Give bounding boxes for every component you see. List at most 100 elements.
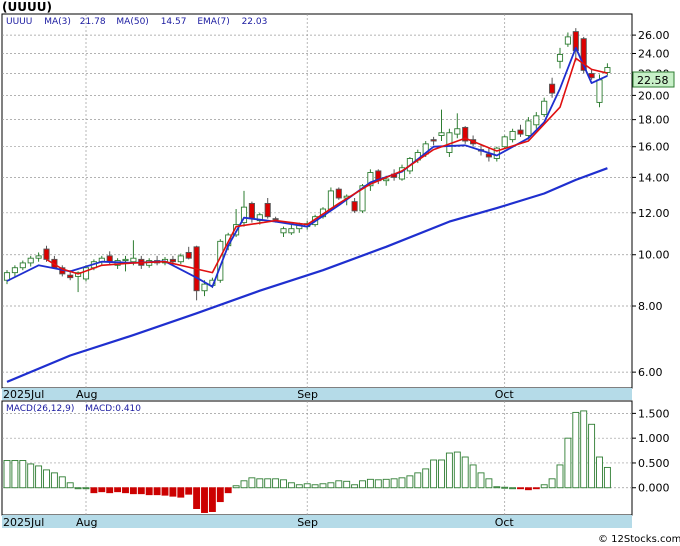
macd-bar [382, 478, 390, 489]
candle-body [438, 132, 445, 136]
price-axis-tick-label: 8.00 [638, 300, 663, 313]
date-label-bottom: Oct [495, 516, 515, 529]
price-axis-tick-label: 24.00 [638, 48, 670, 61]
macd-panel [1, 400, 633, 516]
macd-bar [185, 487, 193, 495]
macd-bar [145, 487, 153, 496]
candle-body [272, 218, 279, 221]
macd-bar [177, 487, 185, 498]
candle-body [122, 258, 129, 261]
date-label-top: Aug [76, 388, 97, 401]
candle-body [27, 257, 34, 264]
candle-body [525, 120, 532, 136]
macd-bar [517, 487, 524, 490]
candle-body [501, 136, 508, 148]
macd-bar [540, 484, 548, 489]
macd-bar [556, 464, 564, 489]
candle-body [19, 262, 26, 269]
legend-symbol: UUUU [6, 17, 32, 27]
price-axis-tick-label: 18.00 [638, 114, 670, 127]
candle-body [43, 248, 50, 260]
candle-body [201, 283, 208, 292]
candle-body [288, 228, 295, 234]
macd-bar [327, 482, 335, 489]
candle-body [67, 274, 74, 279]
candle-body [564, 36, 571, 45]
macd-bar [90, 487, 98, 494]
macd-bar [248, 477, 256, 489]
candle-body [185, 251, 192, 259]
macd-axis-tick-label: 1.500 [638, 407, 670, 420]
macd-bar [122, 487, 129, 494]
legend-ma50-value: 14.57 [161, 17, 187, 27]
candle-body [35, 255, 42, 259]
macd-bar [422, 468, 430, 489]
macd-bar [532, 487, 540, 490]
macd-bar [114, 487, 122, 493]
macd-bar [359, 480, 366, 489]
macd-bar [430, 459, 438, 489]
candle-body [541, 100, 548, 116]
macd-bar [477, 472, 485, 489]
macd-bar [232, 485, 240, 489]
macd-bar [366, 478, 374, 489]
candle-body [248, 202, 255, 220]
stock-chart: (UUUU) 6.00 8.00 10.00 12.00 14.00 16.00 18.00… [0, 0, 680, 546]
candle-body [177, 255, 184, 263]
candle-body [533, 115, 540, 126]
macd-axis-tick-label: 1.000 [638, 432, 670, 445]
last-price-text: 22.58 [637, 74, 669, 87]
macd-bar [453, 451, 461, 489]
macd-bar [43, 469, 50, 489]
macd-bar [129, 487, 137, 495]
legend-ma50-label: MA(50) [116, 17, 148, 27]
macd-bar [509, 487, 517, 490]
macd-bar [58, 476, 66, 489]
macd-bar [153, 487, 161, 496]
macd-bar [303, 483, 311, 489]
macd-bar [564, 437, 572, 489]
macd-legend: MACD(26,12,9) MACD:0.410 [6, 404, 141, 414]
macd-bar [319, 483, 327, 489]
macd-bar [343, 480, 351, 489]
price-axis-tick-label: 26.00 [638, 29, 670, 42]
price-axis-tick-label: 14.00 [638, 171, 670, 184]
macd-bar [11, 460, 19, 489]
price-axis-tick-label: 12.00 [638, 207, 670, 220]
candle-body [264, 202, 271, 218]
date-label-bottom: Sep [297, 516, 318, 529]
candle [501, 135, 508, 149]
macd-bar [374, 479, 382, 489]
macd-bar [27, 463, 35, 489]
price-axis-tick-label: 20.00 [638, 89, 670, 102]
macd-bar [335, 480, 343, 489]
macd-bar [264, 478, 272, 489]
macd-bar [469, 464, 477, 489]
macd-bar [98, 487, 106, 493]
legend-ma3-value: 21.78 [80, 17, 106, 27]
candle [335, 187, 342, 200]
macd-bar [398, 477, 406, 489]
candle-body [130, 257, 137, 263]
macd-bar [224, 487, 232, 494]
macd-bar [445, 452, 453, 489]
macd-bar [596, 456, 603, 489]
macd-bar [588, 423, 596, 489]
macd-bar [193, 487, 201, 510]
candle-body [169, 258, 176, 263]
macd-bar [240, 480, 248, 489]
date-label-bottom: Aug [76, 516, 97, 529]
macd-bar [351, 484, 359, 489]
macd-bar [74, 487, 82, 490]
macd-bar [256, 478, 264, 489]
macd-bar [295, 484, 303, 489]
macd-bar [280, 479, 287, 489]
macd-bar [603, 466, 611, 489]
macd-bar [414, 472, 422, 489]
candle-body [327, 190, 334, 210]
price-axis-tick-label: 16.00 [638, 141, 670, 154]
candle-body [517, 129, 524, 135]
date-label-top: 2025Jul [3, 388, 44, 401]
candle-body [351, 201, 358, 212]
price-axis-tick-label: 6.00 [638, 366, 663, 379]
